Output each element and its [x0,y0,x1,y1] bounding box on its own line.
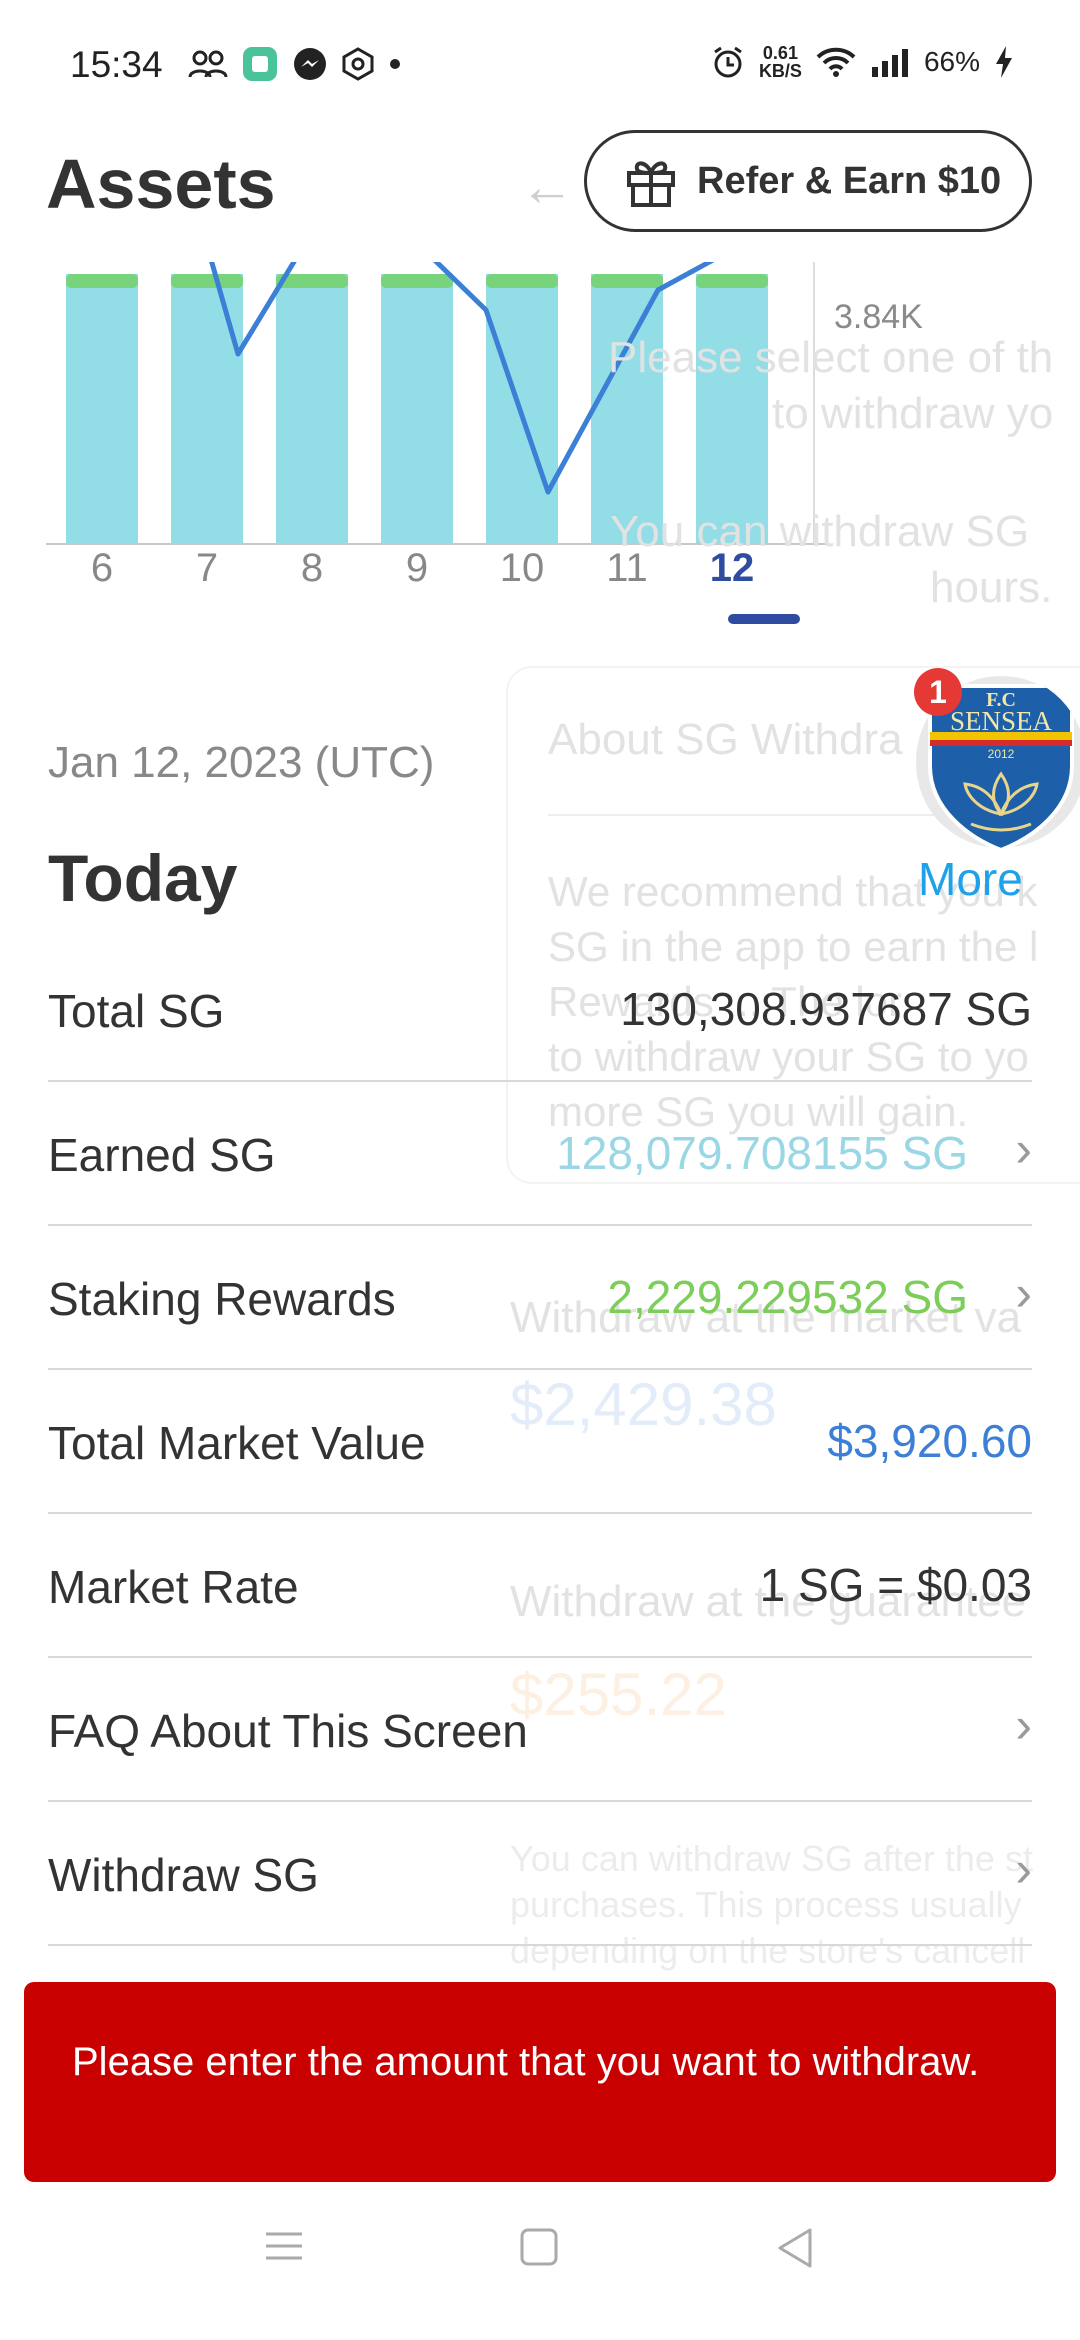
ghost-select-text: Please select one of th to withdraw yo [602,330,1053,442]
notification-badge: 1 [914,668,962,716]
row-value: 2,229.229532 SG [607,1271,968,1323]
row-label: FAQ About This Screen [48,1705,528,1757]
chart-bar-cap [66,274,138,288]
row-label: Withdraw SG [48,1849,319,1901]
notification-icons [188,46,402,82]
chart-bar[interactable] [66,274,138,544]
chart-x-tick-label[interactable]: 8 [272,546,352,591]
dot-icon [390,59,400,69]
chart-bar-cap [696,274,768,288]
ghost-select-line1: Please select one of th [608,333,1054,382]
toast-message: Please enter the amount that you want to… [72,2040,980,2084]
logo-text-name: SENSEA [950,706,1053,736]
more-widget[interactable]: F.C SENSEA 2012 1 More [910,666,1080,906]
row-label: Earned SG [48,1129,276,1181]
chart-x-tick-label[interactable]: 6 [62,546,142,591]
ghost-hours-text: You can withdraw SG hours. [610,504,1052,616]
signal-icon [871,49,908,77]
chart-bar-cap [171,274,243,288]
messenger-icon [294,48,326,80]
asset-row[interactable]: FAQ About This Screen › [48,1658,1032,1802]
logo-year: 2012 [988,747,1015,761]
chart-bar-cap [381,274,453,288]
alarm-icon [714,46,742,78]
chevron-right-icon: › [1015,1697,1032,1753]
asset-row[interactable]: Staking Rewards 2,229.229532 SG › [48,1226,1032,1370]
error-toast: Please enter the amount that you want to… [24,1982,1056,2182]
chart-bar[interactable] [381,274,453,544]
back-icon[interactable] [774,2226,818,2270]
row-value: 128,079.708155 SG [556,1127,968,1179]
row-label: Total Market Value [48,1417,426,1469]
status-time: 15:34 [70,44,163,85]
ghost-hours-line1: You can withdraw SG [610,507,1030,556]
chart-x-tick-label[interactable]: 10 [482,546,562,591]
more-label[interactable]: More [918,852,1023,906]
menu-icon[interactable] [262,2226,306,2266]
ghost-about-title: About SG Withdra [548,715,903,764]
home-icon[interactable] [518,2226,562,2270]
net-speed-value: 0.61 [762,43,798,63]
refer-and-earn-button[interactable]: Refer & Earn $10 [584,130,1032,232]
asset-row: Total SG 130,308.937687 SG [48,938,1032,1082]
ghost-select-line2: to withdraw yo [772,389,1054,438]
gift-icon [627,161,675,207]
chart-bar[interactable] [171,274,243,544]
charging-icon [996,46,1012,78]
system-icons: 0.61 KB/S 66% [711,44,1014,80]
network-speed: 0.61 KB/S [759,44,802,80]
refer-and-earn-label: Refer & Earn $10 [697,159,1002,202]
section-title-today: Today [48,841,238,915]
row-label: Staking Rewards [48,1273,396,1325]
system-nav-bar [0,2206,1080,2340]
chart-x-tick-label[interactable]: 7 [167,546,247,591]
row-value: $3,920.60 [827,1415,1032,1467]
app-icon [243,47,277,81]
chevron-right-icon: › [1015,1121,1032,1177]
chart-x-tick-label[interactable]: 9 [377,546,457,591]
status-bar: 15:34 0.61 KB/S 66% [0,0,1080,130]
ghost-hours-line2: hours. [930,563,1053,612]
app-header: Assets ← Refer & Earn $10 [0,130,1080,260]
chevron-right-icon: › [1015,1841,1032,1897]
date-label: Jan 12, 2023 (UTC) [48,738,435,787]
chevron-right-icon: › [1015,1265,1032,1321]
group-icon [188,50,228,78]
row-value: 1 SG = $0.03 [759,1559,1032,1611]
chart-bar-cap [591,274,663,288]
asset-row: Total Market Value $3,920.60 [48,1370,1032,1514]
wifi-icon [816,47,856,77]
row-label: Market Rate [48,1561,299,1613]
row-label: Total SG [48,985,225,1037]
chart-bar[interactable] [276,274,348,544]
asset-row[interactable]: Withdraw SG › [48,1802,1032,1946]
asset-row: Market Rate 1 SG = $0.03 [48,1514,1032,1658]
net-speed-unit: KB/S [758,61,802,81]
ghost-back-arrow-icon: ← [520,157,574,217]
battery-level: 66% [923,46,980,77]
row-value: 130,308.937687 SG [620,983,1032,1035]
hex-icon [342,47,374,81]
asset-row[interactable]: Earned SG 128,079.708155 SG › [48,1082,1032,1226]
chart-bar-cap [486,274,558,288]
page-title: Assets [46,145,276,223]
